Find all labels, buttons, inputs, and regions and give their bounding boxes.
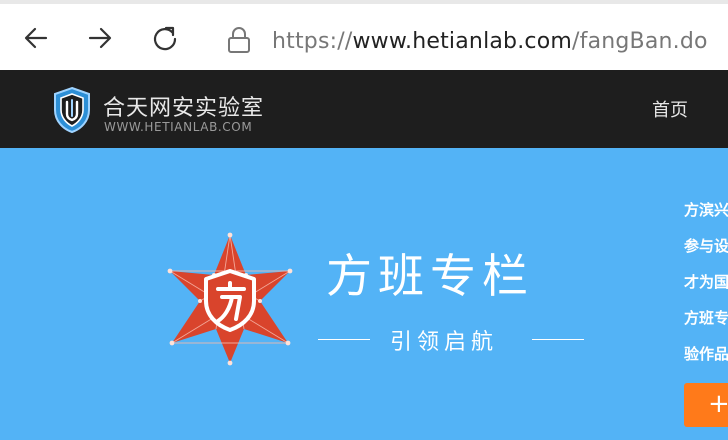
browser-toolbar: https://www.hetianlab.com/fangBan.do [0,0,728,70]
refresh-icon[interactable] [145,18,185,58]
banner-subtitle: 引领启航 [390,330,499,355]
subtitle-divider-left [318,339,370,340]
shield-logo-icon[interactable] [52,86,92,134]
forward-icon[interactable] [80,18,120,58]
banner: 方班专栏 引领启航 方滨兴 参与设 才为国 方班专 验作品 + [0,148,728,440]
url-path: /fangBan.do [572,29,708,54]
side-link[interactable]: 方滨兴 [684,198,728,234]
url-scheme: https:// [272,29,353,54]
side-link[interactable]: 验作品 [684,342,728,378]
site-domain-label: WWW.HETIANLAB.COM [104,120,253,134]
back-icon[interactable] [16,18,56,58]
site-name[interactable]: 合天网安实验室 [103,90,264,122]
banner-side-links: 方滨兴 参与设 才为国 方班专 验作品 [684,198,728,378]
add-button[interactable]: + [684,383,728,427]
address-bar[interactable]: https://www.hetianlab.com/fangBan.do [272,26,708,58]
url-host: www.hetianlab.com [352,29,573,54]
subtitle-divider-right [532,339,584,340]
banner-subtitle-group: 引领启航 [318,324,584,355]
fangban-star-emblem-icon [167,232,293,366]
nav-item-home[interactable]: 首页 [652,96,688,122]
side-link[interactable]: 才为国 [684,270,728,306]
side-link[interactable]: 方班专 [684,306,728,342]
site-header: 合天网安实验室 WWW.HETIANLAB.COM 首页 [0,70,728,148]
lock-icon [228,27,250,53]
side-link[interactable]: 参与设 [684,234,728,270]
banner-title: 方班专栏 [326,249,534,303]
